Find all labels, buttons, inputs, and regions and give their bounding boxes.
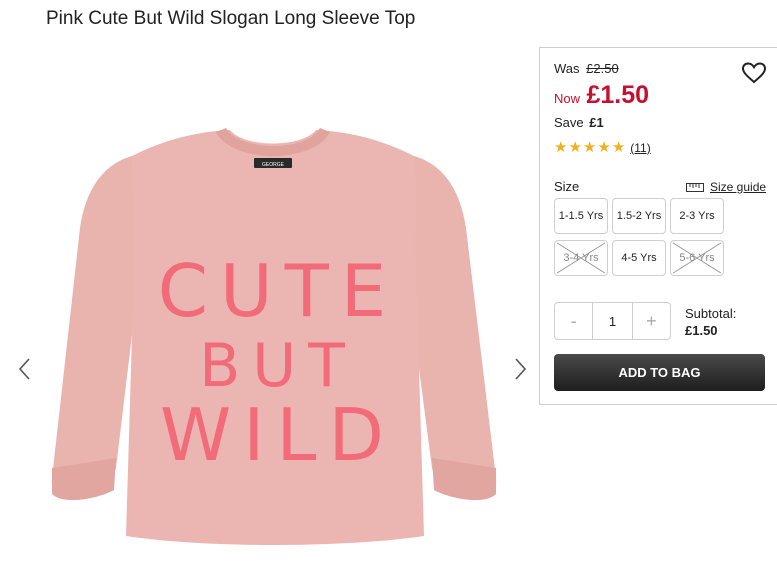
- star-icon: ★: [554, 139, 568, 156]
- review-count-link[interactable]: (11): [630, 141, 650, 155]
- chevron-right-icon[interactable]: [510, 355, 530, 383]
- quantity-decrease-button[interactable]: -: [555, 303, 592, 339]
- was-price: £2.50: [586, 61, 619, 76]
- product-title: Pink Cute But Wild Slogan Long Sleeve To…: [46, 8, 416, 29]
- star-icon: ★: [611, 139, 626, 156]
- size-option-label: 3-4 Yrs: [563, 252, 599, 264]
- size-guide-link[interactable]: Size guide: [686, 180, 766, 194]
- now-label: Now: [554, 91, 581, 106]
- size-option-unavailable[interactable]: 5-6 Yrs: [670, 240, 724, 276]
- size-option-unavailable[interactable]: 3-4 Yrs: [554, 240, 608, 276]
- star-icon: ★: [582, 139, 597, 156]
- purchase-panel: Was £2.50 Now £1.50 Save £1 ★ ★ ★ ★ ★ (1…: [539, 47, 777, 405]
- size-option-label: 5-6 Yrs: [679, 252, 715, 264]
- was-label: Was: [554, 61, 580, 76]
- was-price-row: Was £2.50: [554, 61, 619, 76]
- size-option-label: 4-5 Yrs: [621, 252, 657, 264]
- size-guide-label: Size guide: [710, 180, 767, 194]
- quantity-increase-button[interactable]: +: [633, 303, 670, 339]
- size-option[interactable]: 2-3 Yrs: [670, 198, 724, 234]
- star-icon: ★: [597, 139, 611, 156]
- size-option[interactable]: 4-5 Yrs: [612, 240, 666, 276]
- now-price-row: Now £1.50: [554, 81, 649, 110]
- now-price: £1.50: [586, 81, 650, 109]
- size-label: Size: [554, 179, 580, 194]
- star-rating: ★ ★ ★ ★ ★: [554, 140, 625, 155]
- save-label: Save: [554, 115, 584, 130]
- add-to-bag-button[interactable]: ADD TO BAG: [554, 354, 765, 391]
- subtotal: Subtotal: £1.50: [685, 305, 736, 339]
- quantity-input[interactable]: 1: [592, 303, 633, 339]
- subtotal-label: Subtotal:: [685, 306, 737, 321]
- size-option-label: 1-1.5 Yrs: [558, 210, 604, 222]
- subtotal-amount: £1.50: [685, 323, 718, 338]
- slogan-line-3: WILD: [160, 393, 396, 477]
- save-amount: £1: [589, 115, 604, 130]
- rating[interactable]: ★ ★ ★ ★ ★ (11): [554, 140, 651, 155]
- star-icon: ★: [568, 139, 582, 156]
- size-option[interactable]: 1-1.5 Yrs: [554, 198, 608, 234]
- ruler-icon: [686, 182, 704, 192]
- neck-tag-label: GEORGE: [262, 162, 285, 168]
- save-row: Save £1: [554, 115, 604, 130]
- slogan-line-2: BUT: [199, 331, 357, 401]
- size-option-label: 2-3 Yrs: [679, 210, 715, 222]
- wishlist-heart-icon[interactable]: [741, 61, 767, 85]
- chevron-left-icon[interactable]: [15, 355, 35, 383]
- slogan-line-1: CUTE: [158, 249, 398, 333]
- quantity-stepper: - 1 +: [554, 302, 671, 340]
- product-image: GEORGE CUTE BUT WILD: [51, 128, 497, 545]
- size-option[interactable]: 1.5-2 Yrs: [612, 198, 666, 234]
- size-option-label: 1.5-2 Yrs: [616, 210, 662, 222]
